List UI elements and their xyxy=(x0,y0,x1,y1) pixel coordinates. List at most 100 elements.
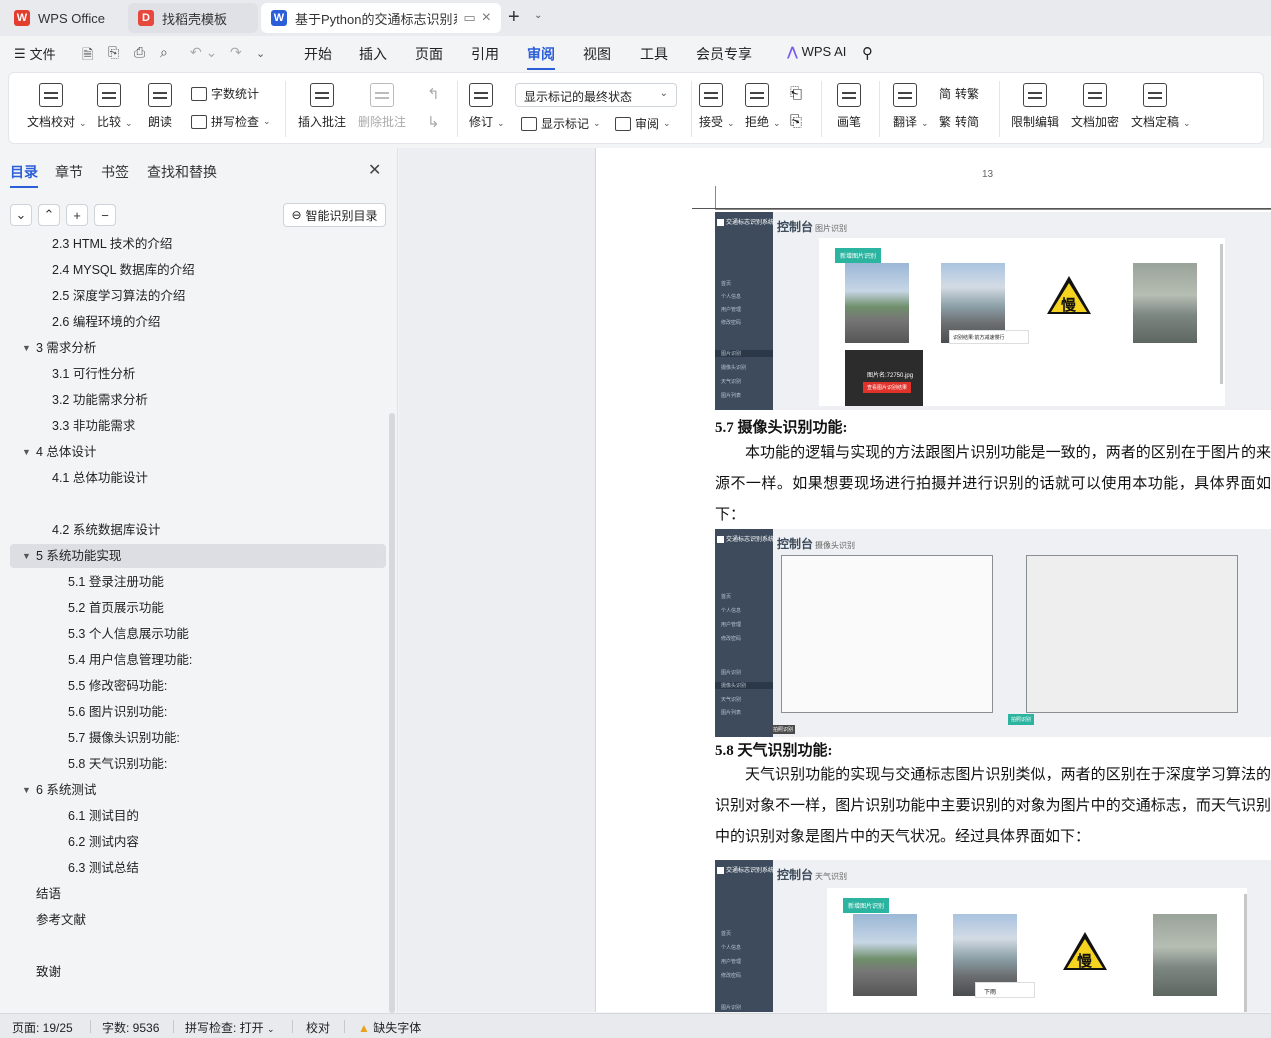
search-icon[interactable]: ⚲ xyxy=(862,44,873,62)
document-page[interactable]: 13 交通标志识别系统 首页 个人信息 用户管理 修改密码 图片识别 摄像头识别… xyxy=(595,148,1271,1012)
to-traditional-button[interactable]: 简 转繁 xyxy=(939,85,979,102)
toc-item[interactable]: 6.1 测试目的 xyxy=(10,804,386,828)
redo-icon[interactable]: ↷ xyxy=(230,44,242,61)
doc-check-button[interactable]: 文档校对 xyxy=(27,83,75,130)
word-count-button[interactable]: 字数统计 xyxy=(191,85,259,102)
expand-arrow-icon[interactable]: ▼ xyxy=(22,336,31,360)
chevron-down-icon[interactable]: ⌄ xyxy=(921,118,929,129)
toc-item[interactable]: 2.6 编程环境的介绍 xyxy=(10,310,386,334)
read-aloud-button[interactable]: 朗读 xyxy=(148,83,172,130)
file-menu[interactable]: ☰ 文件 xyxy=(14,44,56,63)
toc-item[interactable]: 参考文献 xyxy=(10,908,386,932)
toc-item[interactable]: 5.3 个人信息展示功能 xyxy=(10,622,386,646)
expand-down-icon[interactable]: ⌄ xyxy=(10,204,32,226)
toc-item[interactable]: 结语 xyxy=(10,882,386,906)
reject-button[interactable]: 拒绝 xyxy=(745,83,769,130)
next-comment-icon[interactable]: ↳ xyxy=(427,113,440,131)
toc-item[interactable] xyxy=(10,492,386,516)
export-icon[interactable]: ⎘ xyxy=(108,44,119,61)
translate-button[interactable]: 翻译 xyxy=(893,83,917,130)
toc-item[interactable]: 5.4 用户信息管理功能: xyxy=(10,648,386,672)
monitor-icon[interactable]: ▭ xyxy=(463,10,475,26)
menu-page[interactable]: 页面 xyxy=(415,44,443,64)
close-icon[interactable]: ✕ xyxy=(368,160,381,180)
toc-item[interactable]: 6.2 测试内容 xyxy=(10,830,386,854)
tab-chapters[interactable]: 章节 xyxy=(55,162,83,182)
toc-item[interactable]: 3.3 非功能需求 xyxy=(10,414,386,438)
chevron-down-icon[interactable]: ⌄ xyxy=(773,118,781,129)
expand-arrow-icon[interactable]: ▼ xyxy=(22,544,31,568)
scrollbar[interactable] xyxy=(389,413,395,1013)
toc-item[interactable]: 5.5 修改密码功能: xyxy=(10,674,386,698)
menu-insert[interactable]: 插入 xyxy=(359,44,387,64)
restrict-edit-button[interactable]: 限制编辑 xyxy=(1011,83,1059,130)
doc-encrypt-button[interactable]: 文档加密 xyxy=(1071,83,1119,130)
toc-item[interactable]: 5.2 首页展示功能 xyxy=(10,596,386,620)
delete-comment-button[interactable]: 删除批注 xyxy=(358,83,406,130)
tab-document[interactable]: W 基于Python的交通标志识别系 ▭ × xyxy=(261,3,501,33)
menu-reference[interactable]: 引用 xyxy=(471,44,499,64)
chevron-down-icon[interactable]: ⌄ xyxy=(1183,118,1191,129)
insert-comment-button[interactable]: 插入批注 xyxy=(298,83,346,130)
expand-arrow-icon[interactable]: ▼ xyxy=(22,440,31,464)
smart-toc-button[interactable]: ⊖ 智能识别目录 xyxy=(283,203,386,227)
review-pane-button[interactable]: 审阅 ⌄ xyxy=(615,115,671,132)
toc-item[interactable]: 5.6 图片识别功能: xyxy=(10,700,386,724)
chevron-down-icon[interactable]: ⌄ xyxy=(727,118,735,129)
toc-item[interactable]: 2.4 MYSQL 数据库的介绍 xyxy=(10,258,386,282)
toc-item[interactable]: ▼ 4 总体设计 xyxy=(10,440,386,464)
toc-item[interactable]: 4.1 总体功能设计 xyxy=(10,466,386,490)
collapse-up-icon[interactable]: ⌃ xyxy=(38,204,60,226)
spell-check-status[interactable]: 拼写检查: 打开 ⌄ xyxy=(185,1019,275,1036)
print-icon[interactable]: ⎙ xyxy=(134,44,145,61)
tab-toc[interactable]: 目录 xyxy=(10,162,38,188)
toc-item[interactable]: 致谢 xyxy=(10,960,386,984)
toc-item[interactable]: 3.1 可行性分析 xyxy=(10,362,386,386)
chevron-down-icon[interactable]: ⌄ xyxy=(79,118,87,129)
toc-item[interactable]: 2.3 HTML 技术的介绍 xyxy=(10,236,386,256)
doc-finalize-button[interactable]: 文档定稿 xyxy=(1131,83,1179,130)
expand-arrow-icon[interactable]: ▼ xyxy=(22,778,31,802)
menu-start[interactable]: 开始 xyxy=(304,44,332,64)
new-tab-button[interactable]: + xyxy=(508,6,520,29)
prev-comment-icon[interactable]: ↰ xyxy=(427,85,440,103)
markup-state-select[interactable]: 显示标记的最终状态 ⌄ xyxy=(515,83,677,107)
add-icon[interactable]: + xyxy=(66,204,88,226)
menu-member[interactable]: 会员专享 xyxy=(696,44,752,64)
menu-review[interactable]: 审阅 xyxy=(527,44,555,70)
proofread-button[interactable]: 校对 xyxy=(306,1019,330,1036)
more-chevron-icon[interactable]: ⌄ xyxy=(256,47,265,60)
close-icon[interactable]: × xyxy=(482,9,491,27)
page-indicator[interactable]: 页面: 19/25 xyxy=(12,1019,73,1036)
tab-wps-office[interactable]: W WPS Office xyxy=(4,3,120,33)
next-change-icon[interactable]: ⎘ xyxy=(790,113,802,130)
tab-bookmarks[interactable]: 书签 xyxy=(101,162,129,182)
toc-item[interactable]: ▼ 6 系统测试 xyxy=(10,778,386,802)
chevron-down-icon[interactable]: ⌄ xyxy=(497,118,505,129)
missing-font-button[interactable]: ▲ 缺失字体 xyxy=(358,1019,421,1036)
revise-button[interactable]: 修订 xyxy=(469,83,493,130)
chevron-down-icon[interactable]: ⌄ xyxy=(534,10,542,21)
compare-button[interactable]: 比较 xyxy=(97,83,121,130)
toc-item[interactable] xyxy=(10,934,386,958)
prev-change-icon[interactable]: ⎗ xyxy=(790,85,802,102)
toc-item[interactable]: 6.3 测试总结 xyxy=(10,856,386,880)
spell-check-button[interactable]: 拼写检查 ⌄ xyxy=(191,113,271,130)
minus-icon[interactable]: − xyxy=(94,204,116,226)
toc-item[interactable]: 3.2 功能需求分析 xyxy=(10,388,386,412)
tab-template[interactable]: D 找稻壳模板 xyxy=(128,3,258,33)
wps-ai-button[interactable]: ⋀ WPS AI xyxy=(787,44,846,60)
undo-icon[interactable]: ↶ ⌄ xyxy=(190,44,217,61)
menu-tools[interactable]: 工具 xyxy=(640,44,668,64)
toc-item[interactable]: ▼ 5 系统功能实现 xyxy=(10,544,386,568)
accept-button[interactable]: 接受 xyxy=(699,83,723,130)
show-markup-button[interactable]: 显示标记 ⌄ xyxy=(521,115,601,132)
print-preview-icon[interactable]: ⌕ xyxy=(160,44,168,61)
word-count[interactable]: 字数: 9536 xyxy=(102,1019,159,1036)
save-icon[interactable]: 🗎 xyxy=(82,44,93,68)
pen-button[interactable]: 画笔 xyxy=(837,83,861,130)
chevron-down-icon[interactable]: ⌄ xyxy=(125,118,133,129)
toc-item[interactable]: 2.5 深度学习算法的介绍 xyxy=(10,284,386,308)
toc-item[interactable]: ▼ 3 需求分析 xyxy=(10,336,386,360)
toc-item[interactable]: 5.1 登录注册功能 xyxy=(10,570,386,594)
